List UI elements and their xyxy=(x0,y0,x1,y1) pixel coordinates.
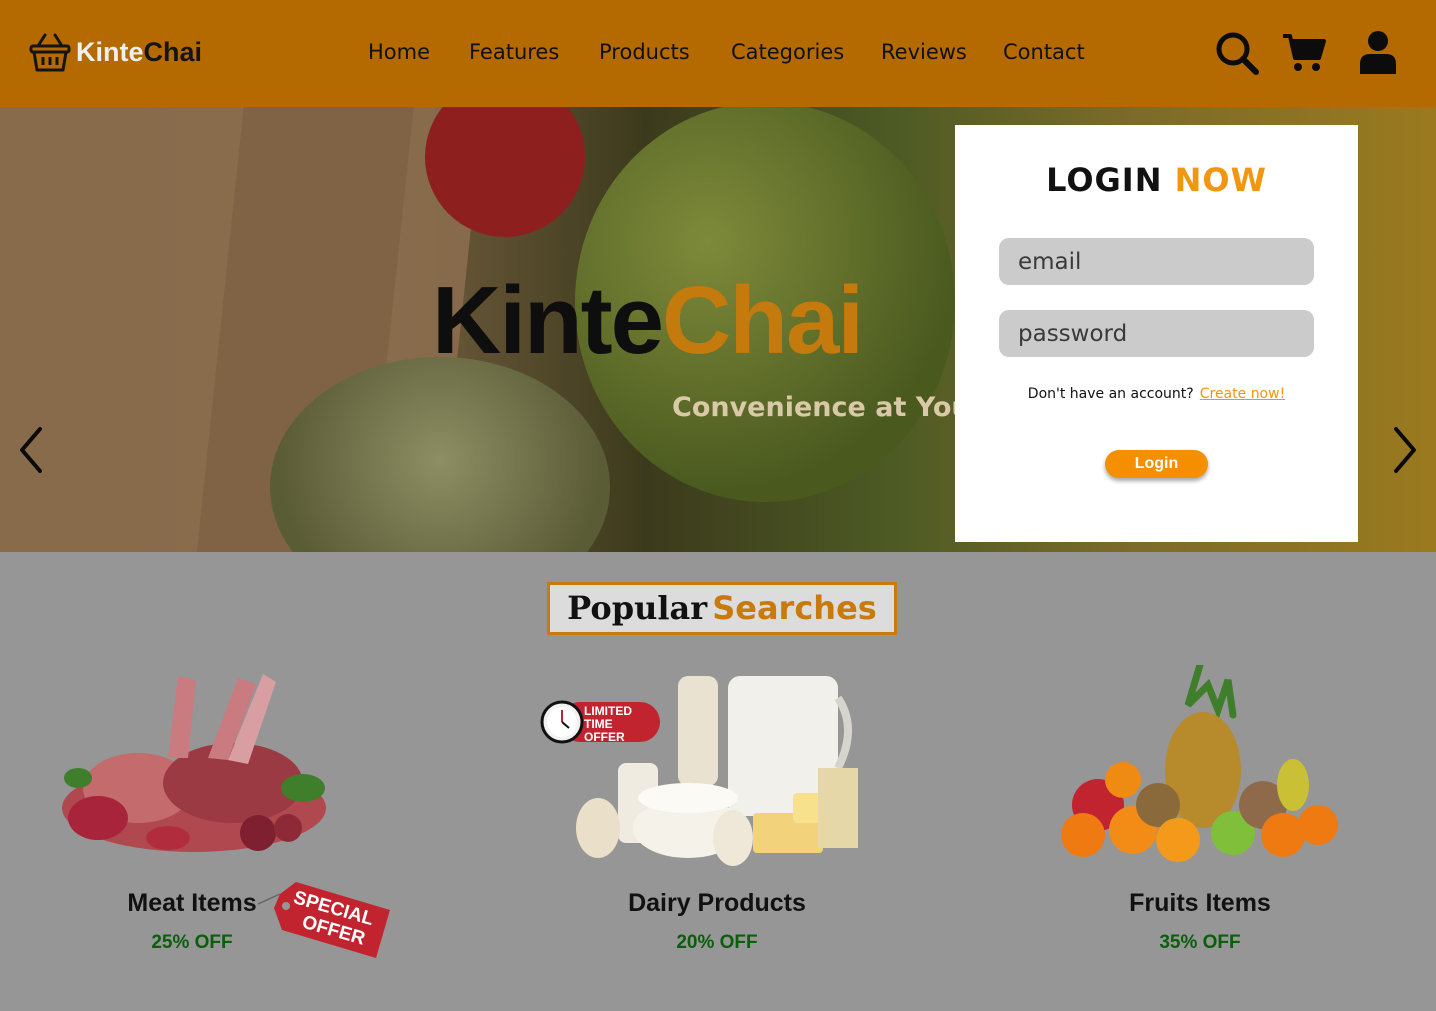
nav-link-categories[interactable]: Categories xyxy=(731,40,844,64)
basket-icon xyxy=(29,33,71,72)
hero-title: KinteChai xyxy=(432,267,864,374)
nav-link-features[interactable]: Features xyxy=(469,40,559,64)
cart-icon[interactable] xyxy=(1281,30,1327,76)
user-icon[interactable] xyxy=(1358,30,1398,76)
create-account-link[interactable]: Create now! xyxy=(1200,386,1285,402)
meat-items-image[interactable] xyxy=(58,668,330,860)
discount-meat: 25% OFF xyxy=(151,932,233,953)
product-name-meat[interactable]: Meat Items xyxy=(42,889,342,918)
nav-link-home[interactable]: Home xyxy=(368,40,430,64)
signup-prompt: Don't have an account? xyxy=(1027,386,1194,402)
search-icon[interactable] xyxy=(1214,30,1260,76)
brand-logo[interactable]: KinteChai xyxy=(28,30,202,74)
svg-text:OFFER: OFFER xyxy=(584,730,625,744)
email-field[interactable] xyxy=(999,238,1314,285)
signup-prompt-row: Don't have an account? Create now! xyxy=(955,386,1358,402)
limited-time-offer-badge-icon: LIMITED TIME OFFER xyxy=(540,700,660,744)
login-title: LOGIN NOW xyxy=(1046,161,1267,199)
svg-text:LIMITED: LIMITED xyxy=(584,704,632,718)
login-button[interactable]: Login xyxy=(1105,450,1208,478)
chevron-right-icon[interactable] xyxy=(1390,425,1420,475)
discount-fruits: 35% OFF xyxy=(1159,932,1241,953)
fruits-items-image[interactable] xyxy=(1058,665,1340,863)
hero-tagline: Convenience at You xyxy=(672,392,971,423)
navbar: KinteChai Home Features Products Categor… xyxy=(0,0,1436,107)
login-form: LOGIN NOW Don't have an account? Create n… xyxy=(955,125,1358,542)
password-field[interactable] xyxy=(999,310,1314,357)
product-name-fruits[interactable]: Fruits Items xyxy=(1050,889,1350,918)
discount-dairy: 20% OFF xyxy=(676,932,758,953)
product-name-dairy[interactable]: Dairy Products xyxy=(567,889,867,918)
nav-link-reviews[interactable]: Reviews xyxy=(881,40,967,64)
svg-text:TIME: TIME xyxy=(584,717,613,731)
chevron-left-icon[interactable] xyxy=(16,425,46,475)
nav-link-products[interactable]: Products xyxy=(599,40,690,64)
brand-name: KinteChai xyxy=(76,36,203,67)
nav-link-contact[interactable]: Contact xyxy=(1003,40,1085,64)
popular-searches-heading: Popular Searches xyxy=(547,582,897,635)
